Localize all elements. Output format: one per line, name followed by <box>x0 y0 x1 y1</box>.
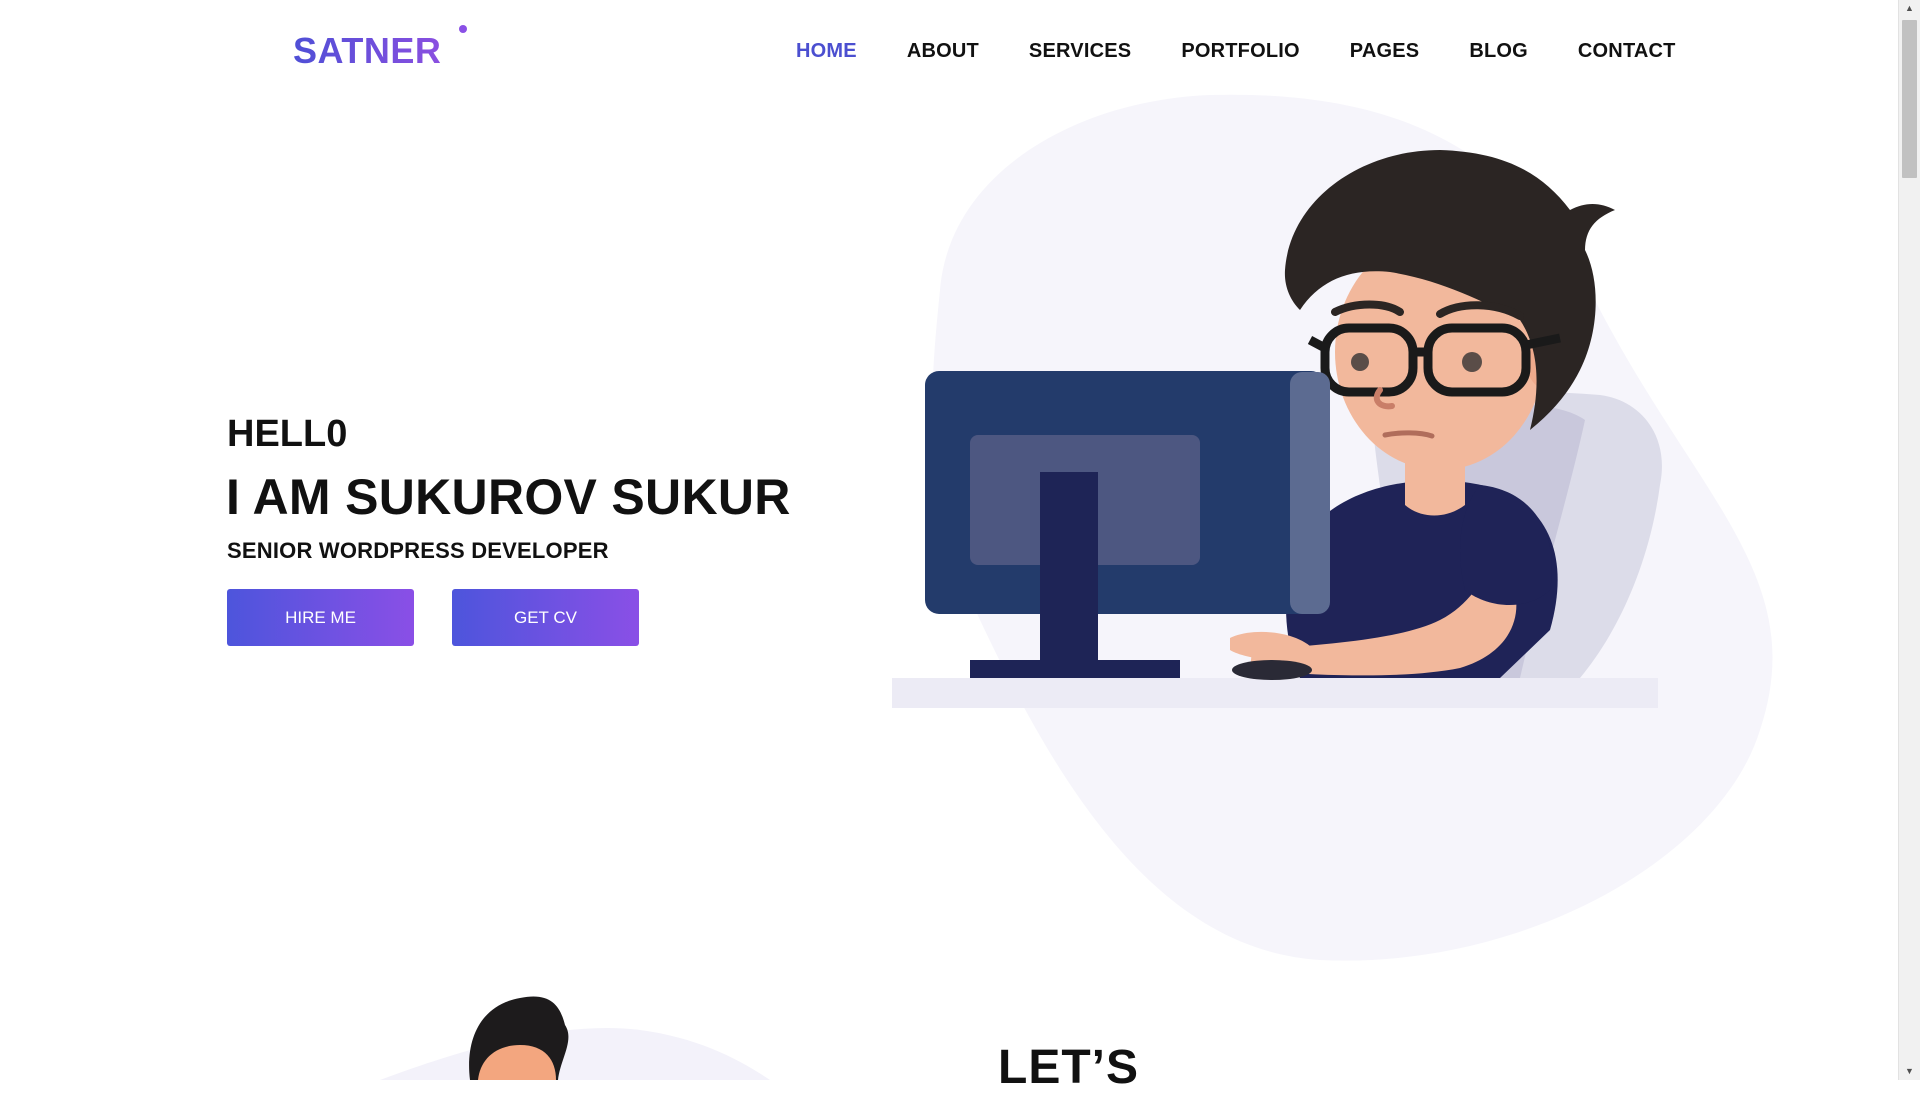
scroll-down-arrow-icon[interactable]: ▼ <box>1899 1063 1920 1080</box>
nav-services[interactable]: SERVICES <box>1029 40 1131 63</box>
scrollbar-thumb[interactable] <box>1902 20 1917 178</box>
hero-role: SENIOR WORDPRESS DEVELOPER <box>227 538 609 563</box>
right-eye <box>1462 352 1482 372</box>
developer-illustration <box>892 94 1773 961</box>
logo-dot <box>459 25 467 33</box>
nav-about[interactable]: ABOUT <box>907 40 979 63</box>
monitor-base <box>970 660 1180 678</box>
logo[interactable]: SATNER <box>293 30 441 72</box>
next-background-blob <box>380 1028 770 1080</box>
nav-blog[interactable]: BLOG <box>1469 40 1528 63</box>
next-section-preview <box>0 960 1899 1080</box>
hire-me-button[interactable]: HIRE ME <box>227 589 414 646</box>
next-section-illustration <box>380 996 770 1080</box>
mouse <box>1232 660 1312 680</box>
get-cv-button[interactable]: GET CV <box>452 589 639 646</box>
left-eye <box>1351 353 1369 371</box>
desk <box>892 678 1658 708</box>
hero-greeting: HELL0 <box>227 413 348 455</box>
nav-contact[interactable]: CONTACT <box>1578 40 1676 63</box>
main-nav: HOME ABOUT SERVICES PORTFOLIO PAGES BLOG… <box>796 40 1676 63</box>
scroll-up-arrow-icon[interactable]: ▲ <box>1899 0 1920 17</box>
next-section-heading: LET’S <box>998 1041 1140 1094</box>
nav-pages[interactable]: PAGES <box>1350 40 1420 63</box>
vertical-scrollbar[interactable]: ▲ ▼ <box>1898 0 1920 1080</box>
nav-home[interactable]: HOME <box>796 40 857 63</box>
monitor-edge <box>1290 372 1330 614</box>
hero-name: I AM SUKUROV SUKUR <box>226 469 791 525</box>
monitor-stand <box>1040 472 1098 660</box>
nav-portfolio[interactable]: PORTFOLIO <box>1181 40 1299 63</box>
